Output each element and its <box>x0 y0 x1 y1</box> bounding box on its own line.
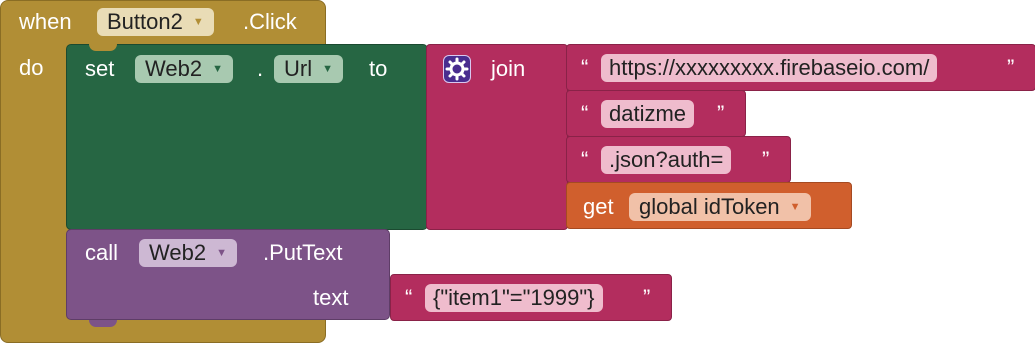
mutator-gear-icon[interactable] <box>443 55 471 83</box>
close-quote: ” <box>643 285 651 310</box>
call-block-bottom-notch <box>89 320 117 327</box>
chevron-down-icon: ▼ <box>212 63 223 75</box>
text-value-field[interactable]: {"item1"="1999"} <box>425 284 603 312</box>
text-value: https://xxxxxxxxx.firebaseio.com/ <box>609 55 930 80</box>
text-value-field[interactable]: https://xxxxxxxxx.firebaseio.com/ <box>601 54 938 82</box>
chevron-down-icon: ▼ <box>789 201 801 213</box>
dot-separator: . <box>257 56 264 81</box>
chevron-down-icon: ▼ <box>322 63 333 75</box>
when-label: when <box>19 9 72 34</box>
gear-icon <box>445 57 469 81</box>
component-dropdown-web2[interactable]: Web2 ▼ <box>135 55 233 83</box>
method-label: .PutText <box>263 240 343 265</box>
close-quote: ” <box>762 147 770 172</box>
component-dropdown-label: Web2 <box>149 240 207 265</box>
set-block-web2-url[interactable]: set Web2 ▼ . Url ▼ to <box>66 44 428 230</box>
text-block-datizme[interactable]: “ datizme ” <box>566 90 746 137</box>
variable-dropdown-label: global idToken <box>639 194 780 219</box>
text-arg-label: text <box>313 285 349 310</box>
event-name-label: .Click <box>243 9 297 34</box>
open-quote: “ <box>581 101 589 126</box>
text-value-field[interactable]: .json?auth= <box>601 146 732 174</box>
component-dropdown-web2[interactable]: Web2 ▼ <box>139 239 237 267</box>
chevron-down-icon: ▼ <box>192 16 204 28</box>
text-block-json-auth[interactable]: “ .json?auth= ” <box>566 136 791 183</box>
text-value: {"item1"="1999"} <box>433 285 595 310</box>
set-block-notch <box>89 44 117 51</box>
join-label: join <box>491 56 526 81</box>
text-block-url[interactable]: “ https://xxxxxxxxx.firebaseio.com/ ” <box>566 44 1035 91</box>
chevron-down-icon: ▼ <box>216 247 227 259</box>
component-dropdown-button2[interactable]: Button2 ▼ <box>97 8 214 36</box>
join-block[interactable]: join <box>426 44 568 230</box>
open-quote: “ <box>581 147 589 172</box>
open-quote: “ <box>405 285 413 310</box>
set-label: set <box>85 56 115 81</box>
property-dropdown-url[interactable]: Url ▼ <box>274 55 343 83</box>
text-value-field[interactable]: datizme <box>601 100 695 128</box>
call-label: call <box>85 240 119 265</box>
text-value: datizme <box>609 101 687 126</box>
property-dropdown-label: Url <box>284 56 313 81</box>
close-quote: ” <box>1007 55 1015 80</box>
call-block-web2-puttext[interactable]: call Web2 ▼ .PutText text <box>66 229 390 327</box>
text-block-put-value[interactable]: “ {"item1"="1999"} ” <box>390 274 672 321</box>
get-block-global-idtoken[interactable]: get global idToken ▼ <box>566 182 852 229</box>
variable-dropdown[interactable]: global idToken ▼ <box>629 193 811 221</box>
to-label: to <box>369 56 388 81</box>
get-label: get <box>583 194 614 219</box>
component-dropdown-label: Button2 <box>107 9 183 34</box>
do-label: do <box>19 55 44 80</box>
text-value: .json?auth= <box>609 147 724 172</box>
close-quote: ” <box>717 101 725 126</box>
component-dropdown-label: Web2 <box>145 56 203 81</box>
open-quote: “ <box>581 55 589 80</box>
